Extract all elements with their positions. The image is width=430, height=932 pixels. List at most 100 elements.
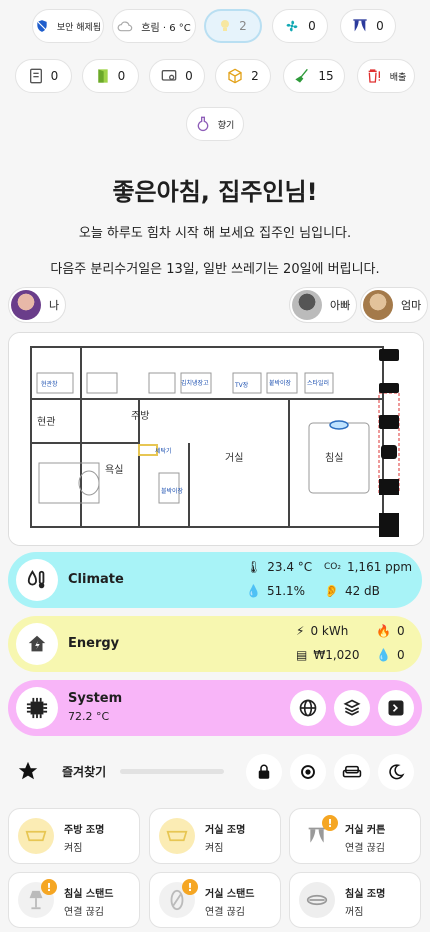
system-card[interactable]: System 72.2 °C <box>8 680 422 736</box>
appliance-icon <box>29 68 42 84</box>
package-icon <box>228 68 242 84</box>
energy-gas-value: 0 <box>396 624 405 638</box>
ceiling-light-icon <box>159 818 195 854</box>
tile-title: 주방 조명 <box>64 825 105 836</box>
flash-icon: ⚡ <box>296 624 305 638</box>
tile-bedroom-light[interactable]: 침실 조명 꺼짐 <box>289 872 421 928</box>
badge-appliances-label: 0 <box>50 69 59 83</box>
cube-button[interactable] <box>334 690 370 726</box>
favorite-star-icon[interactable] <box>17 760 39 786</box>
tile-kitchen-light[interactable]: 주방 조명 켜짐 <box>8 808 140 864</box>
badge-security[interactable]: 보안 해제됨 <box>32 9 104 43</box>
badge-packages-label: 2 <box>251 69 259 83</box>
bed-icon <box>379 383 399 393</box>
lock-icon <box>258 764 270 779</box>
scene-slider[interactable] <box>120 769 224 774</box>
energy-title: Energy <box>68 636 120 651</box>
tile-title: 거실 스탠드 <box>205 889 255 900</box>
floorplan[interactable]: 현관 주방 욕실 거실 침실 현관창 김치냉장고 TV장 붙박이장 스타일러 세… <box>8 332 424 546</box>
badge-curtains-label: 0 <box>376 19 384 33</box>
fire-icon: 🔥 <box>376 624 391 638</box>
ceiling-light-icon <box>299 882 335 918</box>
energy-water-value: 0 <box>396 648 405 662</box>
climate-co2: CO₂ 1,161 ppm <box>324 560 412 574</box>
lock-button[interactable] <box>246 754 282 790</box>
energy-power: ⚡ 0 kWh <box>296 624 348 638</box>
badge-doors[interactable]: 0 <box>82 59 139 93</box>
greeting-line1: 오늘 하루도 힘차 시작 해 보세요 집주인 님입니다. <box>78 226 352 241</box>
ceiling-light-icon <box>18 818 54 854</box>
tile-bedroom-stand[interactable]: ! 침실 스탠드 연결 끊김 <box>8 872 140 928</box>
sofa-button[interactable] <box>334 754 370 790</box>
person-dad[interactable]: 아빠 <box>289 287 358 323</box>
greeting-title: 좋은아침, 집주인님! <box>112 178 318 206</box>
badge-lights-label: 2 <box>239 19 247 33</box>
badge-scent-label: 향기 <box>217 120 235 131</box>
night-button[interactable] <box>378 754 414 790</box>
badge-cleaning[interactable]: 15 <box>283 59 345 93</box>
tile-state: 연결 끊김 <box>205 907 245 918</box>
energy-card[interactable]: Energy ⚡ 0 kWh 🔥 0 ▤ ₩1,020 💧 0 <box>8 616 422 672</box>
person-name: 나 <box>49 299 60 312</box>
room-bedroom: 침실 <box>325 452 343 464</box>
label-fridge: 김치냉장고 <box>181 379 209 387</box>
label-styler: 스타일러 <box>307 379 329 387</box>
label-tv: TV장 <box>234 381 249 389</box>
terminal-button[interactable] <box>378 690 414 726</box>
room-kitchen: 주방 <box>131 410 149 422</box>
building-icon <box>379 513 399 537</box>
badge-trash[interactable]: 배출 <box>357 59 415 93</box>
curtain-icon <box>353 19 367 32</box>
thermometer-icon: 🌡 <box>246 560 262 574</box>
web-button[interactable] <box>290 690 326 726</box>
tile-living-light[interactable]: 거실 조명 켜짐 <box>149 808 281 864</box>
sofa-icon <box>342 765 362 778</box>
climate-humidity-value: 51.1% <box>266 584 306 598</box>
label-closet2: 블박이장 <box>161 487 184 495</box>
badge-fans-label: 0 <box>308 19 316 33</box>
badge-weather[interactable]: 흐림 · 6 °C <box>112 9 196 43</box>
energy-cost-value: ₩1,020 <box>313 648 360 662</box>
badge-packages[interactable]: 2 <box>215 59 271 93</box>
badge-trash-label: 배출 <box>389 72 407 83</box>
tile-title: 거실 커튼 <box>345 825 386 836</box>
molecule-co2-icon: CO₂ <box>324 562 341 572</box>
brightness-button[interactable] <box>290 754 326 790</box>
badge-security-label: 보안 해제됨 <box>56 22 102 33</box>
water-icon: 💧 <box>376 648 391 662</box>
person-me[interactable]: 나 <box>8 287 67 323</box>
tile-title: 거실 조명 <box>205 825 246 836</box>
climate-temperature-value: 23.4 °C <box>267 560 313 574</box>
ear-icon: 👂 <box>324 584 339 598</box>
avatar <box>11 290 41 320</box>
climate-card[interactable]: Climate 🌡 23.4 °C CO₂ 1,161 ppm 💧 51.1% 👂 42… <box>8 552 422 608</box>
person-name: 엄마 <box>401 299 422 312</box>
climate-title: Climate <box>68 572 124 587</box>
person-mom[interactable]: 엄마 <box>360 287 429 323</box>
label-closet: 붙박이장 <box>269 379 292 387</box>
room-entrance: 현관 <box>37 416 55 428</box>
tile-title: 침실 스탠드 <box>64 889 114 900</box>
badge-curtains[interactable]: 0 <box>340 9 396 43</box>
system-icon <box>16 687 58 729</box>
terminal-icon <box>388 700 404 716</box>
label-entrance-window: 현관창 <box>41 380 58 388</box>
tile-state: 꺼짐 <box>345 907 364 918</box>
person-name: 아빠 <box>330 299 351 312</box>
cash-icon: ▤ <box>296 648 308 662</box>
badge-media[interactable]: 0 <box>149 59 205 93</box>
greeting-line2: 다음주 분리수거일은 13일, 일반 쓰레기는 20일에 버립니다. <box>50 262 380 277</box>
badge-fans[interactable]: 0 <box>272 9 328 43</box>
climate-noise: 👂 42 dB <box>324 584 380 598</box>
broom-icon <box>295 68 309 83</box>
badge-appliances[interactable]: 0 <box>15 59 72 93</box>
badge-scent[interactable]: 향기 <box>186 107 244 141</box>
brightness-icon <box>301 765 315 779</box>
door-icon <box>379 479 399 495</box>
climate-temperature: 🌡 23.4 °C <box>246 560 312 574</box>
warning-badge: ! <box>322 815 338 831</box>
energy-water: 💧 0 <box>376 648 405 662</box>
tile-living-stand[interactable]: ! 거실 스탠드 연결 끊김 <box>149 872 281 928</box>
tile-living-curtain[interactable]: ! 거실 커튼 연결 끊김 <box>289 808 421 864</box>
badge-lights[interactable]: 2 <box>204 9 262 43</box>
